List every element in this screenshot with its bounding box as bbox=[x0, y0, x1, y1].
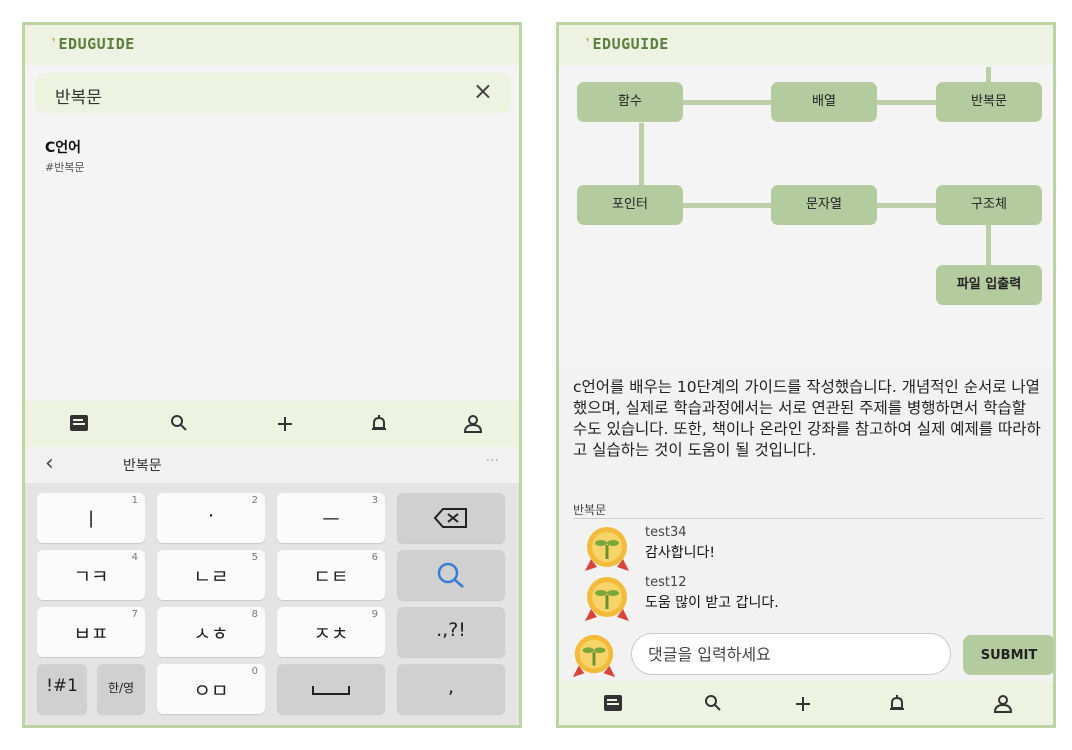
nav-search-button[interactable] bbox=[693, 681, 733, 725]
divider bbox=[573, 518, 1043, 519]
connector bbox=[639, 123, 644, 185]
search-result-item[interactable]: C언어 #반복문 bbox=[45, 137, 345, 177]
key-d-t[interactable]: ㄷㅌ 6 bbox=[277, 550, 385, 600]
node-function[interactable]: 함수 bbox=[577, 82, 683, 122]
more-icon[interactable]: ··· bbox=[486, 453, 499, 469]
connector bbox=[679, 100, 779, 105]
nav-document-button[interactable] bbox=[593, 681, 633, 725]
logo: ❜EDUGUIDE bbox=[583, 35, 669, 53]
user-icon bbox=[463, 415, 483, 433]
topic-map: 함수 배열 반복문 포인터 문자열 구조체 파일 입출력 bbox=[559, 65, 1053, 365]
bottom-nav bbox=[25, 401, 519, 447]
space-icon bbox=[312, 686, 350, 695]
comment-user: test12 bbox=[645, 575, 687, 590]
detail-screen: ❜EDUGUIDE 함수 배열 반복문 포인터 문자열 구조체 파일 입출력 c… bbox=[556, 22, 1056, 728]
logo: ❜EDUGUIDE bbox=[49, 35, 135, 53]
search-screen: ❜EDUGUIDE 반복문 × C언어 #반복문 ‹ 반복문 ··· ㅣ1 · bbox=[22, 22, 522, 728]
key-space[interactable] bbox=[277, 664, 385, 714]
plus-icon bbox=[278, 417, 292, 431]
badge-avatar bbox=[585, 527, 629, 571]
nav-notification-button[interactable] bbox=[359, 401, 399, 447]
app-header: ❜EDUGUIDE bbox=[559, 25, 1053, 65]
backspace-icon bbox=[433, 508, 467, 528]
nav-document-button[interactable] bbox=[59, 401, 99, 447]
node-array[interactable]: 배열 bbox=[771, 82, 877, 122]
key-o-m[interactable]: ㅇㅁ 0 bbox=[157, 664, 265, 714]
nav-profile-button[interactable] bbox=[983, 681, 1023, 725]
guide-description: c언어를 배우는 10단계의 가이드를 작성했습니다. 개념적인 순서로 나열했… bbox=[573, 378, 1041, 459]
key-s-h[interactable]: ㅅㅎ 8 bbox=[157, 607, 265, 657]
app-header: ❜EDUGUIDE bbox=[25, 25, 519, 65]
plus-icon bbox=[796, 697, 810, 711]
topic-tag: 반복문 bbox=[573, 503, 607, 517]
node-loop[interactable]: 반복문 bbox=[936, 82, 1042, 122]
submit-button[interactable]: SUBMIT bbox=[963, 635, 1053, 675]
comment-input[interactable] bbox=[631, 633, 951, 675]
search-icon bbox=[437, 562, 464, 588]
connector bbox=[875, 203, 940, 208]
bell-icon bbox=[372, 415, 386, 430]
node-string[interactable]: 문자열 bbox=[771, 185, 877, 225]
document-icon bbox=[604, 695, 622, 711]
bell-icon bbox=[890, 695, 904, 710]
comment-item: test34 감사합니다! bbox=[581, 525, 1021, 573]
document-icon bbox=[70, 415, 88, 431]
nav-add-button[interactable] bbox=[265, 401, 305, 447]
search-bar[interactable]: 반복문 × bbox=[35, 73, 511, 113]
key-comma[interactable]: , bbox=[397, 664, 505, 714]
comment-user: test34 bbox=[645, 525, 687, 540]
key-dot[interactable]: · 2 bbox=[157, 493, 265, 543]
connector bbox=[875, 100, 940, 105]
result-title: C언어 bbox=[45, 140, 82, 156]
key-search[interactable] bbox=[397, 550, 505, 600]
key-j-ch[interactable]: ㅈㅊ 9 bbox=[277, 607, 385, 657]
user-icon bbox=[993, 695, 1013, 713]
search-icon bbox=[171, 415, 187, 431]
badge-avatar bbox=[585, 577, 629, 621]
nav-profile-button[interactable] bbox=[453, 401, 493, 447]
nav-search-button[interactable] bbox=[159, 401, 199, 447]
key-b-p[interactable]: ㅂㅍ 7 bbox=[37, 607, 145, 657]
connector bbox=[986, 225, 991, 265]
korean-keyboard: ㅣ1 · 2 ㅡ3 ㄱㅋ 4 ㄴㄹ 5 ㄷㅌ 6 ㅂㅍ 7 ㅅㅎ 8 ㅈㅊ 9 .,?! !#… bbox=[25, 483, 519, 725]
nav-add-button[interactable] bbox=[783, 681, 823, 725]
node-file-io[interactable]: 파일 입출력 bbox=[936, 265, 1042, 305]
search-icon bbox=[705, 695, 721, 711]
connector bbox=[679, 203, 779, 208]
key-lang-switch[interactable]: 한/영 bbox=[97, 664, 145, 714]
key-symbols[interactable]: !#1 bbox=[37, 664, 87, 714]
key-g-k[interactable]: ㄱㅋ 4 bbox=[37, 550, 145, 600]
node-pointer[interactable]: 포인터 bbox=[577, 185, 683, 225]
result-tag: #반복문 bbox=[45, 161, 85, 174]
key-punctuation[interactable]: .,?! bbox=[397, 607, 505, 657]
key-n-r[interactable]: ㄴㄹ 5 bbox=[157, 550, 265, 600]
node-struct[interactable]: 구조체 bbox=[936, 185, 1042, 225]
search-input[interactable]: 반복문 bbox=[55, 83, 102, 108]
badge-avatar bbox=[572, 634, 616, 678]
key-backspace[interactable] bbox=[397, 493, 505, 543]
input-preview: 반복문 bbox=[123, 458, 162, 474]
comment-item: test12 도움 많이 받고 갑니다. bbox=[581, 575, 1021, 623]
nav-notification-button[interactable] bbox=[877, 681, 917, 725]
connector bbox=[986, 67, 991, 82]
comment-text: 도움 많이 받고 갑니다. bbox=[645, 595, 779, 611]
close-icon[interactable]: × bbox=[473, 77, 493, 105]
key-eu[interactable]: ㅡ3 bbox=[277, 493, 385, 543]
key-i[interactable]: ㅣ1 bbox=[37, 493, 145, 543]
keyboard-toolbar: ‹ 반복문 ··· bbox=[25, 447, 519, 483]
bottom-nav bbox=[559, 681, 1053, 725]
comment-text: 감사합니다! bbox=[645, 545, 716, 561]
chevron-left-icon[interactable]: ‹ bbox=[45, 451, 54, 476]
